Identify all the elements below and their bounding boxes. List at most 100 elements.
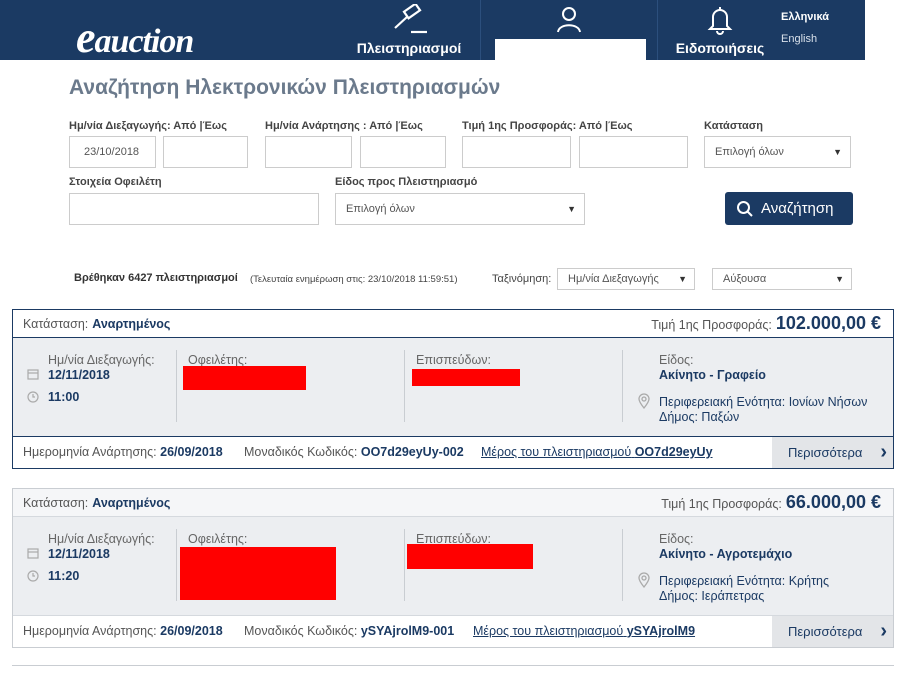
debtor-input[interactable] [69,193,319,225]
pursuer-label: Επισπεύδων: [416,353,491,367]
unique-code: Μοναδικός Κωδικός: OO7d29eyUy-002 [244,445,464,459]
results-count: Βρέθηκαν 6427 πλειστηριασμοί [74,272,238,284]
status-badge: Αναρτημένος [92,496,171,510]
location-pin-icon [638,572,650,588]
sort-by-select[interactable]: Ημ/νία Διεξαγωγής ▼ [557,268,695,290]
divider [404,529,405,601]
more-button[interactable]: Περισσότερα › [772,616,893,647]
status-label: Κατάσταση [704,120,763,132]
property-kind: Ακίνητο - Αγροτεμάχιο [659,547,793,561]
chevron-right-icon: › [880,441,887,463]
last-update: (Τελευταία ενημέρωση στις: 23/10/2018 11… [250,274,458,285]
status-select-value: Επιλογή όλων [715,146,784,158]
sort-order-value: Αύξουσα [723,273,767,285]
debtor-redacted [180,547,336,600]
user-icon [557,7,581,33]
eauction-logo[interactable]: eauction [76,12,194,63]
auction-date-to-input[interactable] [163,136,248,168]
chevron-down-icon: ▼ [567,204,576,214]
debtor-label: Οφειλέτης: [188,353,248,367]
nav-auctions[interactable]: Πλειστηριασμοί [340,0,478,60]
more-button-label: Περισσότερα [788,624,863,639]
post-date-from-input[interactable] [265,136,352,168]
first-offer-label: Τιμή 1ης Προσφοράς: Από |Έως [462,120,633,132]
debtor-redacted [183,366,306,390]
card-footer: Ημερομηνία Ανάρτησης: 26/09/2018 Μοναδικ… [13,436,893,468]
sort-order-select[interactable]: Αύξουσα ▼ [712,268,852,290]
post-date: Ημερομηνία Ανάρτησης: 26/09/2018 [23,624,223,638]
more-button[interactable]: Περισσότερα › [772,437,893,468]
calendar-icon [27,548,39,559]
clock-icon [27,391,39,403]
nav-notifications-label: Ειδοποιήσεις [675,40,765,56]
clock-icon [27,570,39,582]
region: Περιφερειακή Ενότητα: Ιονίων Νήσων [659,395,868,409]
first-offer-price: 102.000,00 € [775,313,881,333]
post-date-to-input[interactable] [360,136,446,168]
bell-icon [707,7,733,35]
search-button[interactable]: Αναζήτηση [725,192,853,225]
divider [176,529,177,601]
card-header: Κατάσταση: Αναρτημένος Τιμή 1ης Προσφοράς… [13,489,893,517]
auction-card[interactable]: Κατάσταση: Αναρτημένος Τιμή 1ης Προσφοράς… [12,309,894,469]
top-navigation-bar: eauction Πλειστηριασμοί Ειδοποιήσεις Ελλ… [0,0,865,63]
chevron-down-icon: ▼ [835,274,844,284]
kind-label: Είδος: [659,532,694,546]
language-greek[interactable]: Ελληνικά [781,11,829,23]
kind-select-value: Επιλογή όλων [346,203,415,215]
card-body: Ημ/νία Διεξαγωγής: 12/11/2018 11:20 Οφει… [13,517,893,615]
post-date: Ημερομηνία Ανάρτησης: 26/09/2018 [23,445,223,459]
divider [622,350,623,422]
auction-time: 11:00 [48,390,80,404]
chevron-down-icon: ▼ [678,274,687,284]
sort-label: Ταξινόμηση: [492,273,552,285]
language-english[interactable]: English [781,33,817,45]
card-price: Τιμή 1ης Προσφοράς: 102.000,00 € [651,313,881,333]
auction-date: 12/11/2018 [48,547,110,561]
debtor-label: Οφειλέτης: [188,532,248,546]
gavel-icon [394,4,427,34]
divider [404,350,405,422]
nav-user-account[interactable] [480,0,658,60]
auction-date: 12/11/2018 [48,368,110,382]
status-badge: Αναρτημένος [92,317,171,331]
auction-date-label: Ημ/νία Διεξαγωγής: Από |Έως [69,120,227,132]
debtor-label: Στοιχεία Οφειλέτη [69,176,162,188]
first-offer-to-input[interactable] [579,136,688,168]
card-status: Κατάσταση: Αναρτημένος [23,496,171,510]
card-status: Κατάσταση: Αναρτημένος [23,317,171,331]
parent-auction-link[interactable]: Μέρος του πλειστηριασμού OO7d29eyUy [481,437,713,468]
first-offer-from-input[interactable] [462,136,571,168]
kind-label: Είδος προς Πλειστηριασμό [335,176,478,188]
pursuer-redacted [407,544,533,569]
sort-by-value: Ημ/νία Διεξαγωγής [568,273,659,285]
more-button-label: Περισσότερα [788,445,863,460]
property-kind: Ακίνητο - Γραφείο [659,368,766,382]
first-offer-price: 66.000,00 € [785,492,881,512]
pursuer-redacted [412,369,520,386]
card-footer: Ημερομηνία Ανάρτησης: 26/09/2018 Μοναδικ… [13,615,893,647]
location-pin-icon [638,393,650,409]
municipality: Δήμος: Ιεράπετρας [659,589,765,603]
auction-date-from-input[interactable]: 23/10/2018 [69,136,156,168]
divider [176,350,177,422]
kind-select[interactable]: Επιλογή όλων ▼ [335,193,585,225]
auction-card[interactable]: Κατάσταση: Αναρτημένος Τιμή 1ης Προσφοράς… [12,488,894,648]
user-name-redacted [495,39,646,60]
kind-label: Είδος: [659,353,694,367]
auction-time: 11:20 [48,569,80,583]
divider [12,665,894,666]
region: Περιφερειακή Ενότητα: Κρήτης [659,574,830,588]
status-select[interactable]: Επιλογή όλων ▼ [704,136,851,168]
nav-auctions-label: Πλειστηριασμοί [356,40,462,56]
nav-notifications[interactable]: Ειδοποιήσεις [660,0,780,60]
card-body: Ημ/νία Διεξαγωγής: 12/11/2018 11:00 Οφει… [13,338,893,436]
parent-auction-link[interactable]: Μέρος του πλειστηριασμού ySYAjrolM9 [473,616,695,647]
auction-date-label: Ημ/νία Διεξαγωγής: [48,532,155,546]
search-button-label: Αναζήτηση [761,200,834,217]
auction-date-label: Ημ/νία Διεξαγωγής: [48,353,155,367]
calendar-icon [27,369,39,380]
divider [622,529,623,601]
card-price: Τιμή 1ης Προσφοράς: 66.000,00 € [661,492,881,512]
card-header: Κατάσταση: Αναρτημένος Τιμή 1ης Προσφοράς… [13,310,893,338]
